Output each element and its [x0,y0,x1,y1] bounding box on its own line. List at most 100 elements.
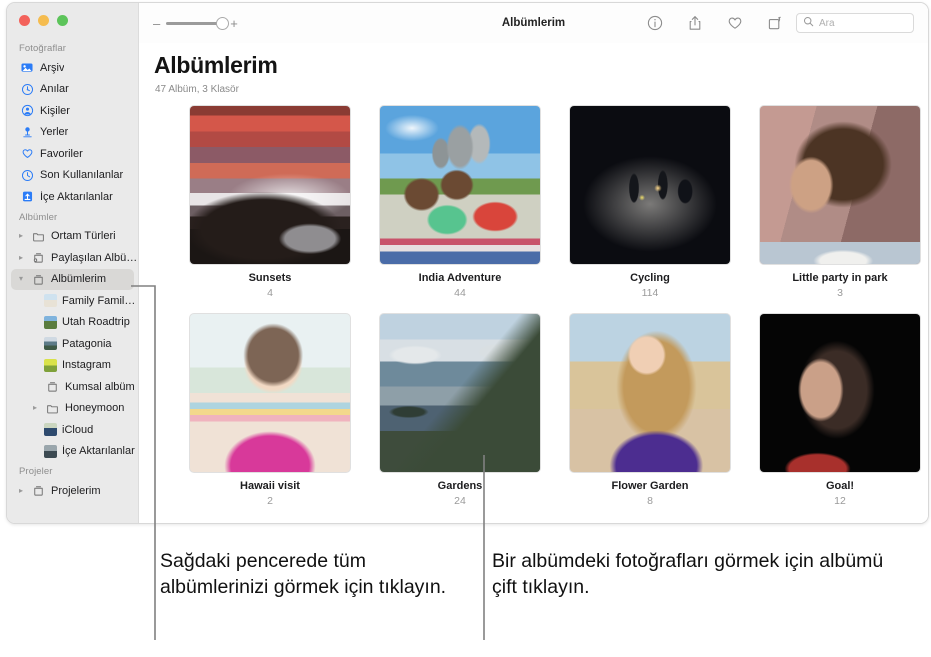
zoom-slider-knob[interactable] [216,17,230,30]
sidebar-item-label: İçe Aktarılanlar [40,190,113,203]
album-cell[interactable]: Flower Garden 8 [555,313,745,507]
album-photo-count: 24 [454,495,466,507]
heart-icon [19,147,35,161]
zoom-in-label[interactable]: + [230,17,238,30]
sidebar-item-label: Kişiler [40,104,70,117]
sidebar-item-label: Honeymoon [65,402,125,415]
album-name: Sunsets [248,272,292,284]
album-thumbnail[interactable] [569,105,731,265]
search-input[interactable]: Ara [796,13,914,33]
minimize-button[interactable] [38,15,49,26]
sidebar-item-utah-roadtrip[interactable]: Utah Roadtrip [7,312,138,334]
screenshot-root: Fotoğraflar Arşiv Anılar Kişiler Yerler Favor… [0,0,931,657]
photo-thumb-imported [44,444,57,458]
sidebar-item-label: Paylaşılan Albümler [51,251,138,264]
chevron-right-icon[interactable]: ▸ [19,253,30,262]
heart-icon[interactable] [727,15,743,31]
sidebar-item-i-e-aktar-lanlar[interactable]: İçe Aktarılanlar [7,441,138,463]
zoom-slider[interactable]: – + [153,17,238,30]
album-photo-count: 3 [837,287,843,299]
album-cell[interactable]: Cycling 114 [555,105,745,299]
album-cell[interactable]: Gardens 24 [365,313,555,507]
album-thumbnail[interactable] [379,313,541,473]
sidebar-item-patagonia[interactable]: Patagonia [7,333,138,355]
sidebar-item-label: İçe Aktarılanlar [62,445,135,458]
close-button[interactable] [19,15,30,26]
sidebar-item-instagram[interactable]: Instagram [7,355,138,377]
sidebar-item-kumsal-alb-m[interactable]: Kumsal albüm [7,376,138,398]
album-photo-count: 2 [267,495,273,507]
sidebar-section-header: Albümler [19,211,58,223]
callout-text-sidebar: Sağdaki pencerede tüm albümlerinizi görm… [160,550,447,599]
shared-album-icon [30,251,46,265]
sidebar-item-an-lar[interactable]: Anılar [7,79,138,101]
sidebar-item-label: Ortam Türleri [51,230,116,243]
album-thumbnail[interactable] [189,105,351,265]
info-icon[interactable] [647,15,663,31]
toolbar: – + Albümlerim Ara [139,3,928,44]
album-cell[interactable]: India Adventure 44 [365,105,555,299]
album-photo-count: 44 [454,287,466,299]
zoom-button[interactable] [57,15,68,26]
rotate-icon[interactable] [767,15,783,31]
sidebar-item-label: Patagonia [62,337,112,350]
toolbar-actions [647,15,783,31]
zoom-out-label[interactable]: – [153,17,160,30]
folder-icon [44,401,60,415]
clock-icon [19,168,35,182]
chevron-down-icon[interactable]: ▾ [19,275,30,283]
album-thumbnail[interactable] [569,313,731,473]
album-cell[interactable]: Goal! 12 [745,313,928,507]
sidebar-item-label: Son Kullanılanlar [40,169,124,182]
album-name: India Adventure [418,272,502,284]
album-icon [44,380,60,394]
window-traffic-lights[interactable] [19,15,68,26]
import-icon [19,190,35,204]
sidebar-item-ar-iv[interactable]: Arşiv [7,57,138,79]
chevron-right-icon[interactable]: ▸ [33,404,44,412]
photo-thumb-instagram [44,358,57,372]
album-cell[interactable]: Little party in park 3 [745,105,928,299]
album-name: Goal! [825,480,855,492]
zoom-slider-track[interactable] [166,17,230,30]
places-pin-icon [19,125,35,139]
album-photo-count: 4 [267,287,273,299]
callout-text-album: Bir albümdeki fotoğrafları görmek için a… [492,550,884,599]
content-area: Albümlerim 47 Albüm, 3 Klasör Sunsets 4 In… [139,43,928,523]
album-cell[interactable]: Hawaii visit 2 [175,313,365,507]
sidebar-item-projelerim[interactable]: ▸ Projelerim [7,480,138,502]
photo-thumb-icloud [44,423,57,437]
search-placeholder: Ara [819,17,835,29]
sidebar-item-family-family[interactable]: Family Family... [7,290,138,312]
share-icon[interactable] [687,15,703,31]
sidebar-item-payla-lan-alb-mler[interactable]: ▸ Paylaşılan Albümler [7,247,138,269]
chevron-right-icon[interactable]: ▸ [19,486,30,495]
sidebar-item-label: Kumsal albüm [65,380,135,393]
sidebar-item-favoriler[interactable]: Favoriler [7,143,138,165]
album-thumbnail[interactable] [759,313,921,473]
sidebar-item-icloud[interactable]: iCloud [7,419,138,441]
album-name: Flower Garden [611,480,689,492]
album-thumbnail[interactable] [189,313,351,473]
sidebar-section-header: Projeler [19,466,53,477]
sidebar-item-label: Utah Roadtrip [62,316,130,329]
photos-window: Fotoğraflar Arşiv Anılar Kişiler Yerler Favor… [6,2,929,524]
sidebar-item-alb-mlerim[interactable]: ▾ Albümlerim [11,268,134,290]
sidebar-item-ki-iler[interactable]: Kişiler [7,100,138,122]
sidebar-item-son-kullan-lanlar[interactable]: Son Kullanılanlar [7,165,138,187]
album-thumbnail[interactable] [759,105,921,265]
album-icon [30,272,46,286]
album-name: Cycling [630,272,670,284]
sidebar-item-label: Arşiv [40,61,65,74]
page-title: Albümlerim [154,52,278,78]
sidebar-item-i-e-aktar-lanlar[interactable]: İçe Aktarılanlar [7,186,138,208]
album-thumbnail[interactable] [379,105,541,265]
photo-thumb-utah [44,315,57,329]
sidebar-section-header: Fotoğraflar [19,43,67,54]
sidebar-item-ortam-t-rleri[interactable]: ▸ Ortam Türleri [7,226,138,248]
sidebar-item-yerler[interactable]: Yerler [7,122,138,144]
search-icon [803,14,814,32]
sidebar-item-honeymoon[interactable]: ▸ Honeymoon [7,398,138,420]
album-cell[interactable]: Sunsets 4 [175,105,365,299]
chevron-right-icon[interactable]: ▸ [19,232,30,240]
